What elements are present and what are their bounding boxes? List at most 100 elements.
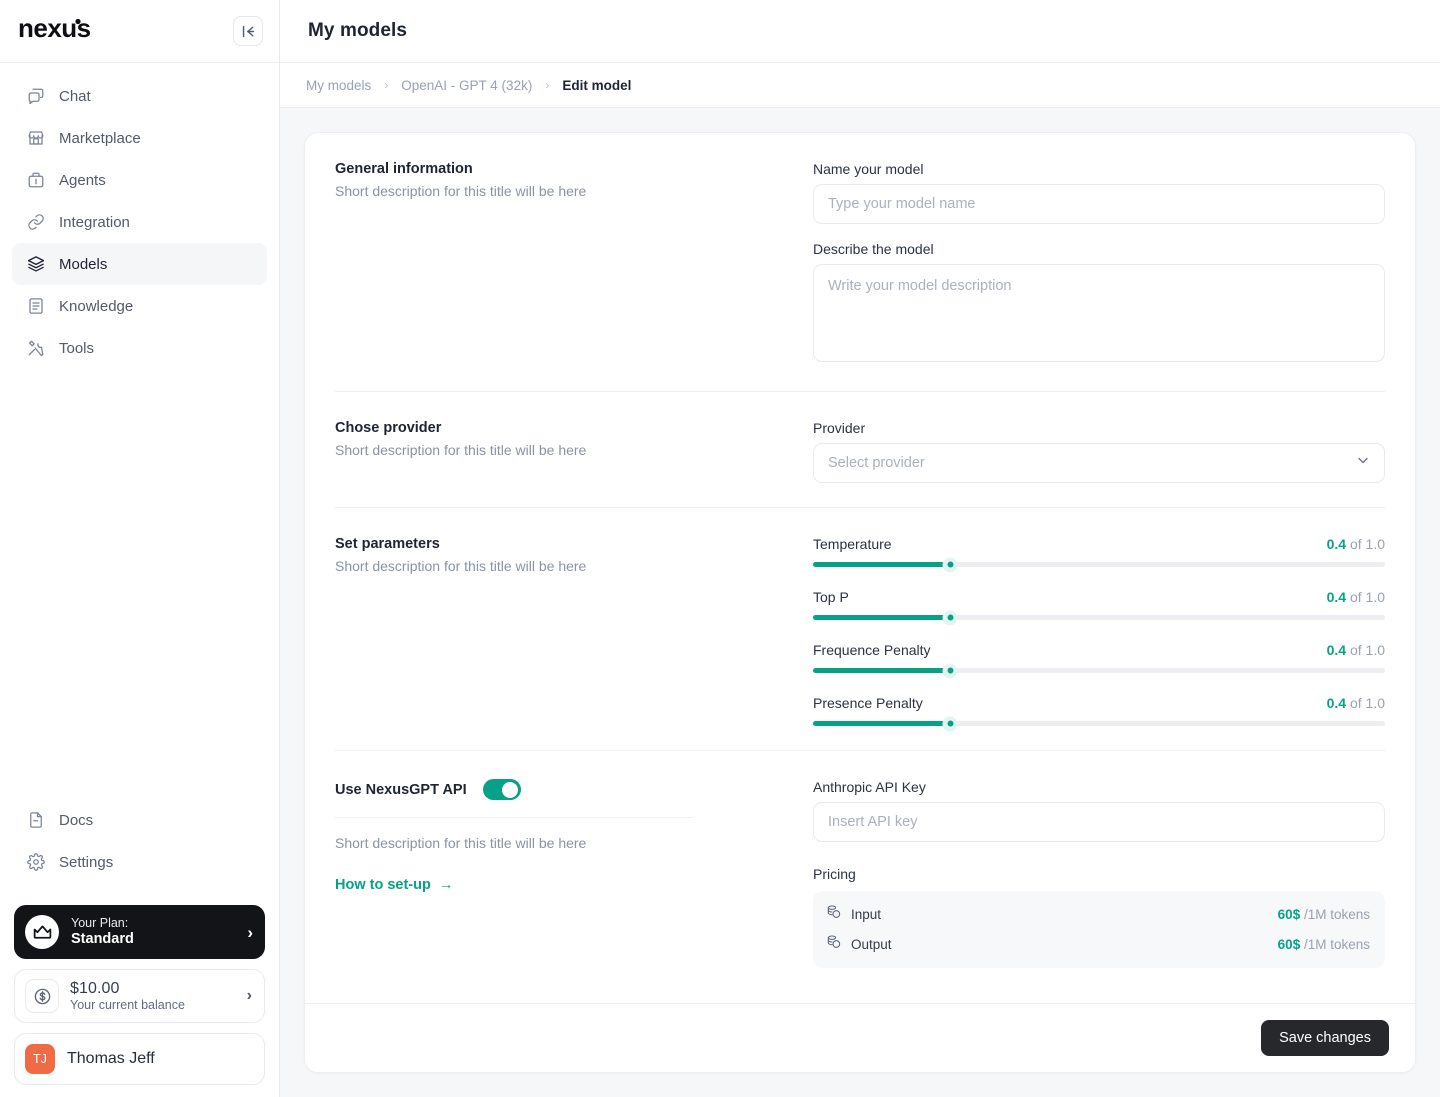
sidebar-item-label: Marketplace (59, 129, 141, 147)
slider-track[interactable] (813, 557, 1385, 572)
field-api-key: Anthropic API Key (813, 779, 1385, 842)
section-parameters-left: Set parameters Short description for thi… (335, 536, 813, 726)
collapse-sidebar-button[interactable] (233, 16, 263, 46)
sidebar-item-tools[interactable]: Tools (12, 327, 267, 369)
provider-select-wrap (813, 443, 1385, 483)
link-icon (26, 213, 45, 232)
briefcase-icon (26, 171, 45, 190)
how-to-setup-link[interactable]: How to set-up → (335, 877, 453, 893)
sidebar-item-label: Docs (59, 811, 94, 829)
slider-head: Presence Penalty 0.4 of 1.0 (813, 695, 1385, 711)
slider-track[interactable] (813, 716, 1385, 731)
slider-temperature: Temperature 0.4 of 1.0 (813, 536, 1385, 572)
slider-thumb[interactable] (942, 557, 958, 572)
balance-card[interactable]: $10.00 Your current balance › (14, 969, 265, 1023)
chevron-right-icon: › (384, 78, 389, 92)
sidebar-bottom: Docs Settings Your Plan: Standard › $10.… (0, 799, 279, 1097)
user-card[interactable]: TJ Thomas Jeff (14, 1033, 265, 1085)
section-title: Chose provider (335, 420, 442, 436)
sidebar-item-label: Knowledge (59, 297, 134, 315)
section-general-left: General information Short description fo… (335, 161, 813, 367)
model-description-textarea[interactable] (813, 264, 1385, 362)
slider-track[interactable] (813, 610, 1385, 625)
section-general-information: General information Short description fo… (335, 133, 1385, 392)
section-provider-right: Provider (813, 420, 1385, 483)
section-title: General information (335, 161, 473, 177)
pricing-row-value: 60$ /1M tokens (1277, 906, 1370, 922)
save-changes-button[interactable]: Save changes (1261, 1020, 1389, 1056)
pricing-label: Pricing (813, 866, 856, 882)
slider-thumb[interactable] (942, 716, 958, 731)
api-key-input[interactable] (813, 802, 1385, 842)
card-body: General information Short description fo… (305, 133, 1415, 1003)
coins-icon (826, 904, 842, 925)
slider-fill (813, 562, 951, 567)
svg-text:nexus: nexus (18, 15, 91, 43)
breadcrumb-item-edit-model: Edit model (562, 77, 632, 93)
edit-model-card: General information Short description fo… (304, 132, 1416, 1073)
field-label: Name your model (813, 161, 924, 177)
slider-value: 0.4 of 1.0 (1326, 589, 1385, 605)
slider-value: 0.4 of 1.0 (1326, 642, 1385, 658)
plan-card[interactable]: Your Plan: Standard › (14, 905, 265, 959)
plan-text: Your Plan: Standard (71, 916, 235, 949)
content-area: General information Short description fo… (280, 108, 1440, 1097)
slider-presence-penalty: Presence Penalty 0.4 of 1.0 (813, 695, 1385, 731)
slider-thumb[interactable] (942, 610, 958, 625)
sidebar-item-label: Integration (59, 213, 130, 231)
pricing-row-label: Input (851, 906, 882, 922)
collapse-left-icon (242, 25, 254, 37)
main-area: My models My models › OpenAI - GPT 4 (32… (280, 0, 1440, 1097)
slider-top-p: Top P 0.4 of 1.0 (813, 589, 1385, 625)
field-provider: Provider (813, 420, 1385, 483)
section-title: Set parameters (335, 536, 440, 552)
chevron-right-icon: › (545, 78, 550, 92)
section-parameters-right: Temperature 0.4 of 1.0 Top P 0.4 of 1.0 … (813, 536, 1385, 731)
sidebar-item-knowledge[interactable]: Knowledge (12, 285, 267, 327)
section-api-left: Use NexusGPT API Short description for t… (335, 779, 813, 968)
arrow-right-icon: → (438, 877, 454, 893)
slider-label: Temperature (813, 536, 892, 552)
sidebar-item-agents[interactable]: Agents (12, 159, 267, 201)
slider-track[interactable] (813, 663, 1385, 678)
pricing-row-label: Output (851, 936, 892, 952)
balance-text: $10.00 Your current balance (70, 979, 236, 1013)
breadcrumb: My models › OpenAI - GPT 4 (32k) › Edit … (280, 63, 1440, 108)
field-label: Provider (813, 420, 866, 436)
use-nexusgpt-api-toggle[interactable] (482, 779, 521, 800)
sidebar-item-integration[interactable]: Integration (12, 201, 267, 243)
api-title: Use NexusGPT API (335, 781, 467, 798)
store-icon (26, 129, 45, 148)
sidebar-item-chat[interactable]: Chat (12, 75, 267, 117)
model-name-input[interactable] (813, 184, 1385, 224)
sidebar: nexus Chat Marketplace Agents Integratio… (0, 0, 280, 1097)
slider-fill (813, 668, 951, 673)
sidebar-item-label: Agents (59, 171, 106, 189)
slider-head: Temperature 0.4 of 1.0 (813, 536, 1385, 552)
sidebar-nav: Chat Marketplace Agents Integration Mode… (0, 63, 279, 369)
slider-fill (813, 721, 951, 726)
page-title: My models (308, 20, 408, 41)
sidebar-item-label: Chat (59, 87, 91, 105)
coins-icon (826, 934, 842, 955)
sidebar-item-settings[interactable]: Settings (12, 841, 267, 883)
section-description: Short description for this title will be… (335, 442, 587, 458)
breadcrumb-item-my-models[interactable]: My models (306, 78, 371, 93)
section-provider-left: Chose provider Short description for thi… (335, 420, 813, 483)
crown-icon (25, 915, 59, 949)
section-description: Short description for this title will be… (335, 835, 587, 851)
slider-head: Top P 0.4 of 1.0 (813, 589, 1385, 605)
nexus-logo[interactable]: nexus (18, 13, 146, 48)
slider-value: 0.4 of 1.0 (1326, 536, 1385, 552)
gear-icon (26, 853, 45, 872)
breadcrumb-item-model[interactable]: OpenAI - GPT 4 (32k) (401, 78, 532, 93)
slider-thumb[interactable] (942, 663, 958, 678)
slider-label: Frequence Penalty (813, 642, 931, 658)
sidebar-item-marketplace[interactable]: Marketplace (12, 117, 267, 159)
provider-select[interactable] (813, 443, 1385, 483)
field-model-name: Name your model (813, 161, 1385, 224)
slider-value: 0.4 of 1.0 (1326, 695, 1385, 711)
chevron-right-icon: › (246, 987, 252, 1004)
sidebar-item-models[interactable]: Models (12, 243, 267, 285)
sidebar-item-docs[interactable]: Docs (12, 799, 267, 841)
